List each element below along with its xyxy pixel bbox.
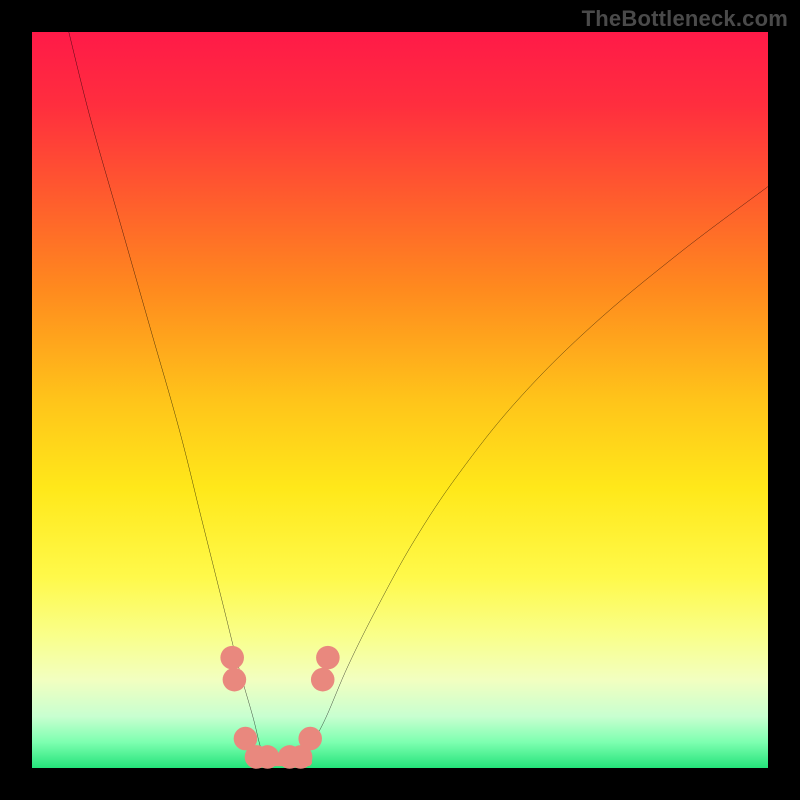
marker-dot: [298, 727, 322, 751]
marker-dot: [316, 646, 340, 670]
chart-frame: TheBottleneck.com: [0, 0, 800, 800]
right-curve: [304, 187, 768, 768]
marker-layer: [220, 646, 339, 769]
marker-dot: [220, 646, 244, 670]
marker-dot: [311, 668, 335, 692]
curves-layer: [32, 32, 768, 768]
marker-dot: [223, 668, 247, 692]
marker-dot: [256, 745, 280, 769]
plot-area: [32, 32, 768, 768]
watermark-text: TheBottleneck.com: [582, 6, 788, 32]
